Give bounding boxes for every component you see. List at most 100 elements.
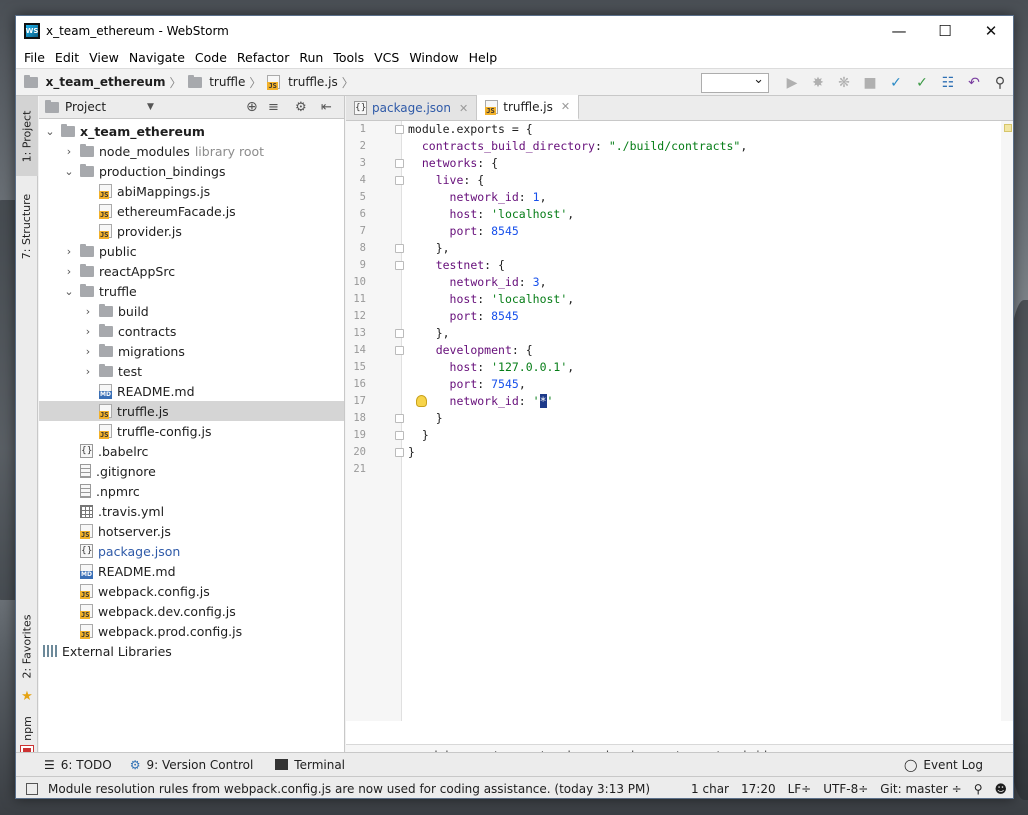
tree-item[interactable]: ethereumFacade.js [39, 201, 344, 221]
tree-item[interactable]: .travis.yml [39, 501, 344, 521]
menu-view[interactable]: View [85, 50, 123, 65]
code-line[interactable]: 13 }, [346, 325, 1013, 342]
code-line[interactable]: 16 port: 7545, [346, 376, 1013, 393]
chevron-right-icon[interactable]: › [62, 265, 76, 278]
chevron-right-icon[interactable]: › [62, 245, 76, 258]
menu-file[interactable]: File [20, 50, 49, 65]
lock-icon[interactable]: ⚲ [974, 782, 983, 796]
tree-item[interactable]: › test [39, 361, 344, 381]
tree-item[interactable]: › migrations [39, 341, 344, 361]
tree-item[interactable]: {} .babelrc [39, 441, 344, 461]
maximize-icon[interactable]: ☐ [922, 16, 968, 46]
tree-item[interactable]: › node_modules library root [39, 141, 344, 161]
code-line[interactable]: 20} [346, 444, 1013, 461]
todo-tool-button[interactable]: ☰ 6: TODO [44, 758, 112, 772]
code-editor[interactable]: 1 module.exports = {2 contracts_build_dir… [346, 121, 1013, 478]
coverage-icon[interactable]: ❋ [831, 70, 857, 96]
code-line[interactable]: 9 testnet: { [346, 257, 1013, 274]
menu-window[interactable]: Window [405, 50, 462, 65]
close-icon[interactable]: ✕ [968, 16, 1013, 46]
event-log-button[interactable]: ◯ Event Log [904, 758, 983, 772]
code-line[interactable]: 15 host: '127.0.0.1', [346, 359, 1013, 376]
tree-item[interactable]: README.md [39, 561, 344, 581]
code-line[interactable]: 11 host: 'localhost', [346, 291, 1013, 308]
minimize-icon[interactable]: — [876, 16, 922, 46]
fold-marker-icon[interactable] [395, 414, 404, 423]
tree-item[interactable]: › reactAppSrc [39, 261, 344, 281]
chevron-right-icon[interactable]: › [81, 325, 95, 338]
tab-structure-tool[interactable]: 7: Structure [16, 186, 38, 266]
tree-item[interactable]: › build [39, 301, 344, 321]
hide-panel-icon[interactable]: ⇤ [321, 100, 332, 115]
code-line[interactable]: 12 port: 8545 [346, 308, 1013, 325]
tree-item[interactable]: .npmrc [39, 481, 344, 501]
locate-icon[interactable]: ⊕ [246, 99, 258, 115]
chevron-down-icon[interactable]: ⌄ [62, 165, 76, 178]
fold-marker-icon[interactable] [395, 159, 404, 168]
menu-edit[interactable]: Edit [51, 50, 83, 65]
fold-marker-icon[interactable] [395, 431, 404, 440]
search-icon[interactable]: ⚲ [987, 70, 1013, 96]
gear-icon[interactable]: ⚙ [295, 100, 307, 115]
code-line[interactable]: 17 network_id: '*' [346, 393, 1013, 410]
tree-item[interactable]: truffle.js [39, 401, 344, 421]
fold-marker-icon[interactable] [395, 176, 404, 185]
tab-truffle-js[interactable]: truffle.js ✕ [477, 95, 580, 120]
fold-marker-icon[interactable] [395, 125, 404, 134]
vcs-revert-icon[interactable]: ↶ [961, 70, 987, 96]
code-line[interactable]: 19 } [346, 427, 1013, 444]
code-line[interactable]: 8 }, [346, 240, 1013, 257]
chevron-right-icon[interactable]: › [81, 305, 95, 318]
tree-item[interactable]: ⌄ production_bindings [39, 161, 344, 181]
run-configuration-select[interactable] [701, 72, 769, 93]
tree-item[interactable]: hotserver.js [39, 521, 344, 541]
tree-item[interactable]: provider.js [39, 221, 344, 241]
inspector-icon[interactable]: ☻ [994, 782, 1007, 796]
close-icon[interactable]: ✕ [561, 100, 570, 113]
fold-marker-icon[interactable] [395, 329, 404, 338]
tree-item[interactable]: .gitignore [39, 461, 344, 481]
code-line[interactable]: 1 module.exports = { [346, 121, 1013, 138]
tree-item[interactable]: README.md [39, 381, 344, 401]
chevron-down-icon[interactable]: ⌄ [62, 285, 76, 298]
caret-position[interactable]: 17:20 [741, 782, 776, 796]
menu-tools[interactable]: Tools [329, 50, 368, 65]
tab-project-tool[interactable]: 1: Project [16, 96, 38, 176]
tree-item[interactable]: webpack.config.js [39, 581, 344, 601]
git-branch[interactable]: Git: master ÷ [880, 782, 961, 796]
tree-item[interactable]: ⌄ x_team_ethereum [39, 121, 344, 141]
debug-icon[interactable]: ✸ [805, 70, 831, 96]
chevron-down-icon[interactable]: ⌄ [43, 125, 57, 138]
tree-item[interactable]: abiMappings.js [39, 181, 344, 201]
tab-favorites-tool[interactable]: 2: Favorites [16, 601, 38, 691]
menu-help[interactable]: Help [465, 50, 502, 65]
chevron-right-icon[interactable]: › [62, 145, 76, 158]
code-line[interactable]: 14 development: { [346, 342, 1013, 359]
menu-run[interactable]: Run [295, 50, 327, 65]
line-separator[interactable]: LF÷ [788, 782, 812, 796]
menu-navigate[interactable]: Navigate [125, 50, 189, 65]
menu-code[interactable]: Code [191, 50, 231, 65]
code-line[interactable]: 7 port: 8545 [346, 223, 1013, 240]
file-encoding[interactable]: UTF-8÷ [823, 782, 868, 796]
run-icon[interactable]: ▶ [779, 70, 805, 96]
tree-item[interactable]: External Libraries [39, 641, 344, 661]
fold-marker-icon[interactable] [395, 261, 404, 270]
tree-item[interactable]: webpack.dev.config.js [39, 601, 344, 621]
menu-vcs[interactable]: VCS [370, 50, 403, 65]
code-line[interactable]: 10 network_id: 3, [346, 274, 1013, 291]
tree-item[interactable]: ⌄ truffle [39, 281, 344, 301]
fold-marker-icon[interactable] [395, 448, 404, 457]
code-line[interactable]: 6 host: 'localhost', [346, 206, 1013, 223]
vcs-commit-icon[interactable]: ✓ [909, 70, 935, 96]
vcs-history-icon[interactable]: ☷ [935, 70, 961, 96]
tree-item[interactable]: {} package.json [39, 541, 344, 561]
warning-marker[interactable] [1004, 124, 1012, 132]
tab-package-json[interactable]: {} package.json ✕ [346, 96, 478, 120]
stop-icon[interactable]: ■ [857, 70, 883, 96]
tab-npm-tool[interactable]: npm [16, 708, 38, 748]
code-line[interactable]: 4 live: { [346, 172, 1013, 189]
fold-marker-icon[interactable] [395, 244, 404, 253]
chevron-down-icon[interactable]: ▼ [147, 102, 154, 112]
chevron-right-icon[interactable]: › [81, 345, 95, 358]
